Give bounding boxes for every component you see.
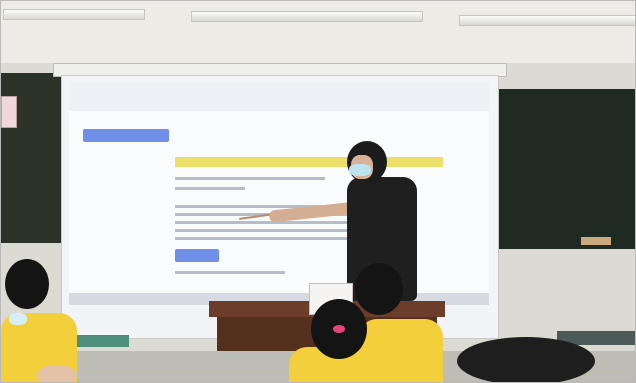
hair-bow — [333, 325, 345, 333]
student-head — [355, 263, 403, 315]
student-head — [5, 259, 49, 309]
projected-blue-button — [175, 249, 219, 262]
projected-header-button — [83, 129, 169, 142]
projected-browser-page — [69, 81, 489, 293]
chalk-tray-box — [581, 237, 611, 245]
wall-poster — [1, 96, 17, 128]
student-arm — [37, 365, 77, 382]
ceiling-light — [191, 11, 423, 22]
ceiling-light — [3, 9, 145, 20]
chalkboard-right — [497, 89, 635, 249]
browser-toolbar — [69, 81, 489, 111]
teacher-mask — [349, 164, 371, 176]
projected-text-line — [175, 237, 375, 240]
student-mask — [9, 313, 27, 325]
projected-text-line — [175, 271, 285, 274]
projected-text-line — [175, 187, 245, 190]
classroom-photo — [0, 0, 636, 383]
projected-text-line — [175, 177, 325, 180]
projected-yellow-title — [175, 157, 443, 167]
student-head — [457, 337, 595, 382]
ceiling-light — [459, 15, 635, 26]
student-desk — [69, 335, 129, 347]
